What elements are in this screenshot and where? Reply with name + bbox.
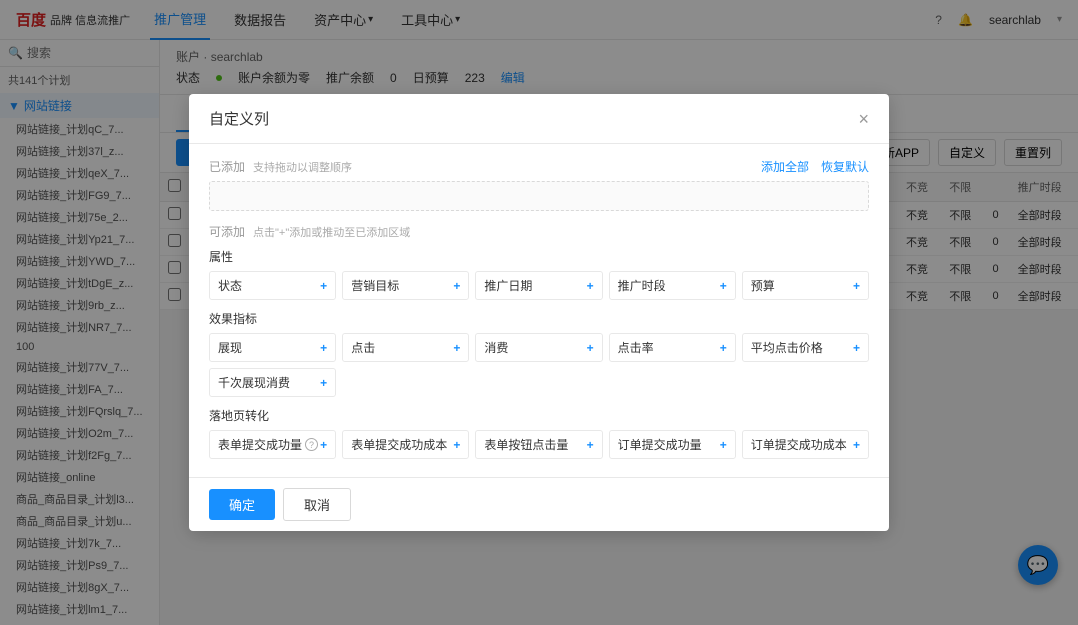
section-title-landing: 落地页转化: [209, 407, 869, 424]
attr-section: 属性 状态 + 营销目标 + 推广日期 + 推广时段: [209, 248, 869, 300]
added-label: 已添加: [209, 158, 245, 175]
plus-icon: +: [853, 438, 860, 452]
confirm-button[interactable]: 确定: [209, 489, 275, 520]
modal-header: 自定义列 ×: [189, 94, 889, 144]
landing-item-form-cost[interactable]: 表单提交成功成本 +: [342, 430, 469, 459]
plus-icon: +: [320, 376, 327, 390]
section-title-attr: 属性: [209, 248, 869, 265]
custom-columns-modal: 自定义列 × 已添加 支持拖动以调整顺序 添加全部 恢复默认 可添加 点击"+"…: [189, 94, 889, 531]
attr-item-status[interactable]: 状态 +: [209, 271, 336, 300]
modal-footer: 确定 取消: [189, 477, 889, 531]
attr-item-date[interactable]: 推广日期 +: [475, 271, 602, 300]
can-add-hint: 点击"+"添加或推动至已添加区域: [253, 224, 410, 240]
plus-icon: +: [587, 438, 594, 452]
plus-icon: +: [320, 279, 327, 293]
modal-close-button[interactable]: ×: [858, 110, 869, 128]
plus-icon: +: [720, 279, 727, 293]
effect-item-click[interactable]: 点击 +: [342, 333, 469, 362]
plus-icon: +: [453, 279, 460, 293]
cancel-button[interactable]: 取消: [283, 488, 351, 521]
effect-item-show[interactable]: 展现 +: [209, 333, 336, 362]
drag-hint: 支持拖动以调整顺序: [253, 159, 352, 175]
effect-item-ctr[interactable]: 点击率 +: [609, 333, 736, 362]
modal-body: 已添加 支持拖动以调整顺序 添加全部 恢复默认 可添加 点击"+"添加或推动至已…: [189, 144, 889, 477]
landing-item-form-submit[interactable]: 表单提交成功量 ? +: [209, 430, 336, 459]
effect-item-avgcpc[interactable]: 平均点击价格 +: [742, 333, 869, 362]
plus-icon: +: [453, 438, 460, 452]
plus-icon: +: [853, 341, 860, 355]
effect-item-consume[interactable]: 消费 +: [475, 333, 602, 362]
section-title-effect: 效果指标: [209, 310, 869, 327]
attr-item-goal[interactable]: 营销目标 +: [342, 271, 469, 300]
modal-title: 自定义列: [209, 108, 269, 129]
attr-item-timeslot[interactable]: 推广时段 +: [609, 271, 736, 300]
landing-section: 落地页转化 表单提交成功量 ? + 表单提交成功成本 + 表单按钮点: [209, 407, 869, 459]
plus-icon: +: [587, 341, 594, 355]
plus-icon: +: [320, 438, 327, 452]
plus-icon: +: [853, 279, 860, 293]
plus-icon: +: [720, 438, 727, 452]
effect-item-cpm[interactable]: 千次展现消费 +: [209, 368, 336, 397]
modal-overlay[interactable]: 自定义列 × 已添加 支持拖动以调整顺序 添加全部 恢复默认 可添加 点击"+"…: [0, 0, 1078, 625]
info-icon[interactable]: ?: [305, 438, 318, 451]
add-all-button[interactable]: 添加全部: [761, 158, 809, 175]
plus-icon: +: [720, 341, 727, 355]
added-area: [209, 181, 869, 211]
attr-item-budget[interactable]: 预算 +: [742, 271, 869, 300]
landing-item-order-submit[interactable]: 订单提交成功量 +: [609, 430, 736, 459]
landing-item-order-cost[interactable]: 订单提交成功成本 +: [742, 430, 869, 459]
plus-icon: +: [587, 279, 594, 293]
can-add-label: 可添加: [209, 223, 245, 240]
restore-default-button[interactable]: 恢复默认: [821, 158, 869, 175]
plus-icon: +: [320, 341, 327, 355]
landing-item-btn-click[interactable]: 表单按钮点击量 +: [475, 430, 602, 459]
effect-section: 效果指标 展现 + 点击 + 消费 + 点击率: [209, 310, 869, 397]
plus-icon: +: [453, 341, 460, 355]
